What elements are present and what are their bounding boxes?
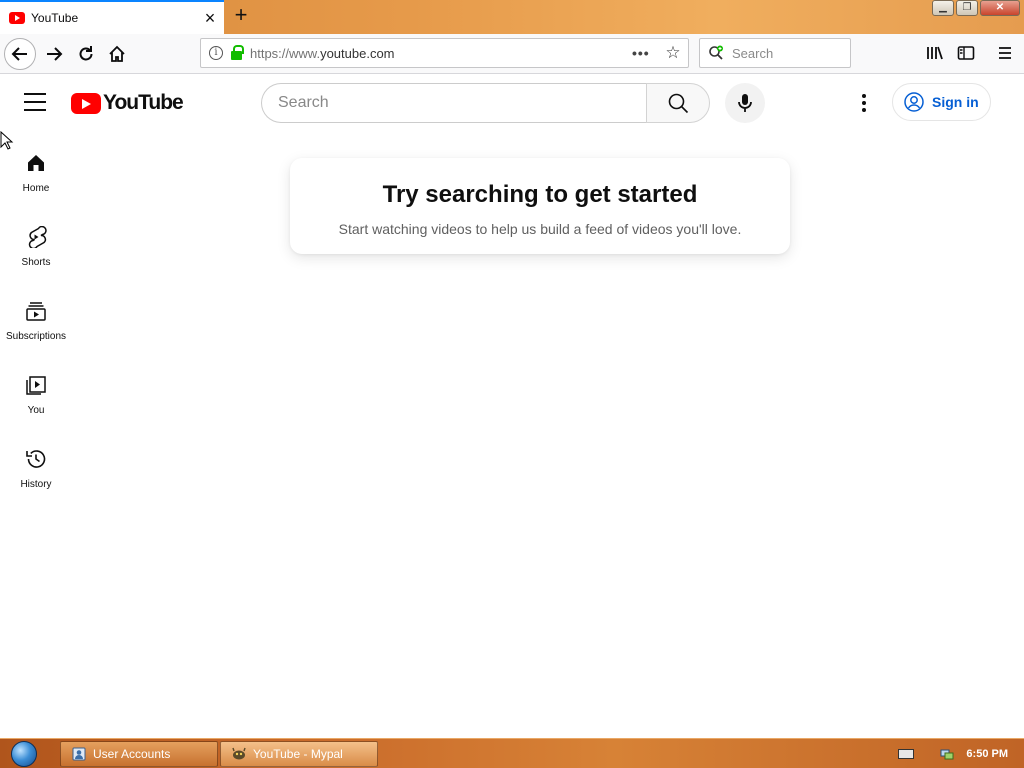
user-accounts-icon bbox=[72, 747, 86, 761]
youtube-search-button[interactable] bbox=[646, 83, 710, 123]
keyboard-icon[interactable] bbox=[898, 749, 915, 759]
home-outline-icon bbox=[109, 45, 125, 62]
restore-button[interactable]: ❐ bbox=[956, 0, 978, 16]
minimize-button[interactable]: ▁ bbox=[932, 0, 954, 16]
taskbar-item-label: YouTube - Mypal bbox=[253, 747, 343, 761]
sign-in-button[interactable]: Sign in bbox=[892, 83, 991, 121]
youtube-logo[interactable]: YouTube bbox=[71, 91, 184, 115]
start-orb-icon bbox=[11, 741, 37, 767]
url-domain: youtube.com bbox=[320, 45, 395, 61]
youtube-favicon-icon bbox=[9, 12, 25, 24]
back-button[interactable] bbox=[4, 38, 36, 70]
guide-label: History bbox=[20, 479, 52, 490]
screen: YouTube × + ▁ ❐ ✕ i https://www.youtube.… bbox=[0, 0, 1024, 768]
lock-icon bbox=[231, 45, 244, 60]
new-tab-button[interactable]: + bbox=[228, 0, 254, 32]
url-bar[interactable]: i https://www.youtube.com ••• ☆ bbox=[200, 38, 689, 68]
guide-label: Home bbox=[22, 183, 50, 194]
home-icon bbox=[24, 151, 48, 175]
shorts-icon bbox=[24, 225, 48, 249]
tab-youtube[interactable]: YouTube × bbox=[0, 0, 224, 34]
mypal-icon bbox=[232, 747, 246, 760]
menu-button[interactable] bbox=[994, 42, 1016, 64]
youtube-search-box bbox=[261, 83, 647, 123]
guide-item-you[interactable]: You bbox=[0, 353, 72, 427]
guide-label: Subscriptions bbox=[5, 331, 67, 342]
guide-item-shorts[interactable]: Shorts bbox=[0, 205, 72, 279]
library-icon bbox=[927, 46, 943, 60]
youtube-masthead: YouTube Sign in bbox=[0, 75, 1024, 131]
url-prefix: https://www. bbox=[250, 45, 321, 61]
network-icon[interactable] bbox=[940, 747, 954, 761]
search-engine-icon bbox=[709, 45, 723, 60]
more-options-icon[interactable] bbox=[852, 89, 876, 117]
arrow-right-icon bbox=[47, 47, 63, 61]
home-button[interactable] bbox=[101, 38, 133, 70]
sign-in-label: Sign in bbox=[932, 94, 979, 110]
youtube-logo-text: YouTube bbox=[103, 91, 184, 114]
sidebar-toggle-button[interactable] bbox=[955, 42, 977, 64]
browser-titlebar: YouTube × + ▁ ❐ ✕ bbox=[0, 0, 1024, 34]
taskbar-item-label: User Accounts bbox=[93, 747, 171, 761]
library-button[interactable] bbox=[924, 42, 946, 64]
account-circle-icon bbox=[904, 92, 924, 112]
taskbar-item-user-accounts[interactable]: User Accounts bbox=[60, 741, 218, 767]
tab-close-icon[interactable]: × bbox=[196, 1, 224, 35]
youtube-page: YouTube Sign in Home bbox=[0, 75, 1024, 738]
info-icon[interactable]: i bbox=[209, 46, 223, 60]
sidebar-icon bbox=[957, 46, 975, 60]
youtube-search-input[interactable] bbox=[278, 94, 618, 112]
subscriptions-icon bbox=[24, 299, 48, 323]
empty-feed-card: Try searching to get started Start watch… bbox=[290, 158, 790, 254]
guide-label: Shorts bbox=[21, 257, 51, 268]
hamburger-menu-icon bbox=[999, 47, 1011, 59]
browser-search-bar[interactable]: Search bbox=[699, 38, 851, 68]
page-actions-icon[interactable]: ••• bbox=[632, 45, 658, 61]
url-text[interactable]: https://www.youtube.com bbox=[250, 46, 632, 61]
system-tray: 6:50 PM bbox=[898, 739, 1024, 768]
guide-item-history[interactable]: History bbox=[0, 427, 72, 501]
bookmark-star-icon[interactable]: ☆ bbox=[658, 43, 688, 63]
start-button[interactable] bbox=[4, 740, 44, 768]
guide-label: You bbox=[27, 405, 45, 416]
you-icon bbox=[24, 373, 48, 397]
voice-search-button[interactable] bbox=[725, 83, 765, 123]
youtube-logo-icon bbox=[71, 92, 101, 114]
reload-button[interactable] bbox=[70, 38, 102, 70]
os-taskbar: User Accounts YouTube - Mypal 6:50 PM bbox=[0, 738, 1024, 768]
tab-title: YouTube bbox=[31, 11, 79, 25]
browser-navbar: i https://www.youtube.com ••• ☆ Search bbox=[0, 34, 1024, 74]
history-icon bbox=[24, 447, 48, 471]
microphone-icon bbox=[738, 94, 752, 112]
mouse-cursor-icon bbox=[0, 131, 14, 150]
forward-button[interactable] bbox=[38, 38, 70, 70]
browser-search-placeholder: Search bbox=[732, 45, 774, 61]
empty-feed-subtitle: Start watching videos to help us build a… bbox=[338, 221, 742, 237]
taskbar-item-mypal[interactable]: YouTube - Mypal bbox=[220, 741, 378, 767]
search-icon bbox=[668, 93, 689, 114]
window-controls: ▁ ❐ ✕ bbox=[932, 0, 1020, 16]
guide-menu-icon[interactable] bbox=[24, 93, 46, 111]
close-window-button[interactable]: ✕ bbox=[980, 0, 1020, 16]
guide-item-subscriptions[interactable]: Subscriptions bbox=[0, 279, 72, 353]
arrow-left-icon bbox=[11, 47, 27, 61]
clock[interactable]: 6:50 PM bbox=[966, 748, 1008, 760]
reload-icon bbox=[79, 46, 93, 61]
empty-feed-title: Try searching to get started bbox=[382, 181, 698, 208]
